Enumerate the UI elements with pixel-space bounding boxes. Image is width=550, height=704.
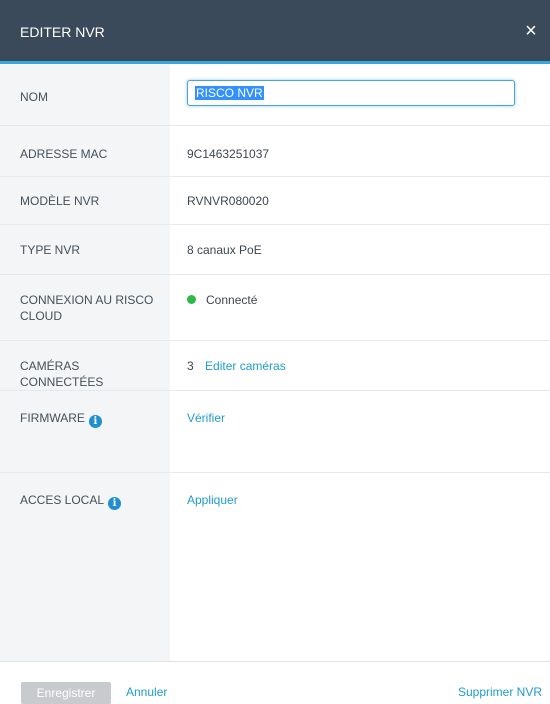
edit-cameras-link[interactable]: Editer caméras xyxy=(205,359,286,373)
cameras-label: CAMÉRAS CONNECTÉES xyxy=(20,359,104,389)
row-mac: ADRESSE MAC 9C1463251037 xyxy=(0,126,550,177)
firmware-label-wrap: FIRMWARE i xyxy=(20,410,162,428)
type-label: TYPE NVR xyxy=(20,243,81,257)
apply-local-access-link[interactable]: Appliquer xyxy=(187,492,238,508)
mac-value: 9C1463251037 xyxy=(187,147,270,161)
name-label: NOM xyxy=(20,90,48,104)
dialog-title: EDITER NVR xyxy=(20,24,105,40)
cameras-count: 3 xyxy=(187,359,194,373)
cloud-status: Connecté xyxy=(187,292,257,308)
dialog-footer: Enregistrer Annuler Supprimer NVR xyxy=(0,661,550,704)
firmware-label: FIRMWARE xyxy=(20,411,85,425)
cameras-value: 3 Editer caméras xyxy=(187,358,286,374)
name-input[interactable] xyxy=(187,80,515,106)
cloud-status-text: Connecté xyxy=(206,293,258,307)
row-firmware: FIRMWARE i Vérifier xyxy=(0,391,550,473)
row-local-access: ACCES LOCAL i Appliquer xyxy=(0,473,550,661)
row-type: TYPE NVR 8 canaux PoE xyxy=(0,225,550,275)
row-model: MODÈLE NVR RVNVR080020 xyxy=(0,177,550,225)
local-access-label-wrap: ACCES LOCAL i xyxy=(20,492,162,510)
close-icon[interactable]: × xyxy=(520,20,542,42)
delete-nvr-button[interactable]: Supprimer NVR xyxy=(458,685,542,699)
mac-label: ADRESSE MAC xyxy=(20,147,108,161)
check-firmware-link[interactable]: Vérifier xyxy=(187,410,225,426)
cloud-label: CONNEXION AU RISCO CLOUD xyxy=(20,293,154,323)
local-access-label: ACCES LOCAL xyxy=(20,493,105,507)
row-cameras: CAMÉRAS CONNECTÉES 3 Editer caméras xyxy=(0,341,550,391)
row-name: NOM RISCO NVR xyxy=(0,64,550,126)
status-dot-icon xyxy=(187,295,196,304)
row-cloud: CONNEXION AU RISCO CLOUD Connecté xyxy=(0,275,550,341)
model-label: MODÈLE NVR xyxy=(20,194,100,208)
dialog-header: EDITER NVR × xyxy=(0,0,550,64)
model-value: RVNVR080020 xyxy=(187,194,269,208)
cancel-button[interactable]: Annuler xyxy=(126,685,167,699)
type-value: 8 canaux PoE xyxy=(187,243,262,257)
info-icon[interactable]: i xyxy=(108,497,122,510)
info-icon[interactable]: i xyxy=(88,415,102,428)
